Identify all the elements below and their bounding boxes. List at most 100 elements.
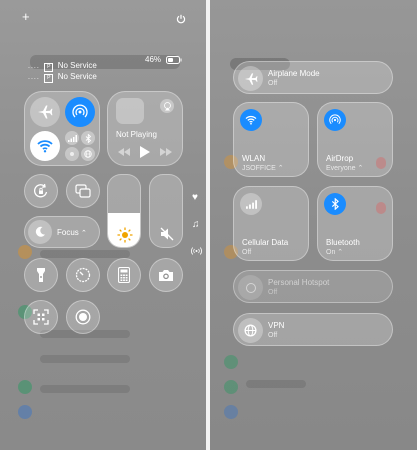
vpn-toggle[interactable] (238, 318, 263, 343)
airplane-mode-toggle[interactable] (30, 97, 60, 127)
battery-icon (166, 56, 182, 64)
wifi-icon (245, 115, 257, 125)
cellular-toggle[interactable] (65, 131, 79, 145)
hotspot-icon (245, 282, 256, 293)
bluetooth-tile[interactable]: Bluetooth On ⌃ (317, 186, 393, 261)
airplay-icon (163, 101, 171, 110)
airdrop-toggle[interactable] (324, 109, 346, 131)
background-blur (40, 385, 130, 393)
airdrop-toggle[interactable] (65, 97, 95, 127)
airplane-mode-toggle[interactable] (238, 66, 263, 91)
personal-hotspot-row[interactable]: Personal Hotspot Off (233, 270, 393, 303)
focus-button[interactable]: Focus ⌃ (24, 216, 100, 248)
calculator-button[interactable] (107, 258, 141, 292)
hotspot-toggle[interactable] (65, 147, 79, 161)
bluetooth-toggle[interactable] (81, 131, 95, 145)
wifi-icon (37, 140, 53, 153)
chevron-up-down-icon: ⌃ (277, 165, 284, 172)
cellular-data-tile[interactable]: Cellular Data Off (233, 186, 309, 261)
carrier-label: No Service (57, 72, 97, 81)
fast-forward-icon[interactable] (160, 148, 172, 156)
orientation-lock-button[interactable] (24, 174, 58, 208)
flashlight-icon (37, 268, 45, 282)
background-blur (246, 380, 306, 388)
globe-icon (84, 150, 92, 158)
heart-icon[interactable]: ♥ (192, 192, 198, 203)
brightness-slider[interactable] (107, 174, 141, 248)
bluetooth-icon (85, 133, 91, 143)
background-blur (18, 380, 32, 394)
wifi-toggle[interactable] (30, 131, 60, 161)
chevron-up-down-icon: ⌃ (337, 249, 344, 256)
code-scanner-button[interactable] (24, 300, 58, 334)
vpn-row[interactable]: VPN Off (233, 313, 393, 346)
flashlight-button[interactable] (24, 258, 58, 292)
background-blur (40, 250, 130, 258)
now-playing-module[interactable]: Not Playing (107, 91, 183, 166)
chevron-up-down-icon: ⌃ (81, 230, 87, 237)
calculator-icon (118, 267, 130, 283)
screen-mirroring-icon (75, 184, 91, 198)
screen-recording-button[interactable] (66, 300, 100, 334)
timer-button[interactable] (66, 258, 100, 292)
timer-icon (75, 267, 91, 283)
wlan-title: WLAN (242, 154, 266, 163)
cellular-data-state: Off (242, 249, 252, 256)
connectivity-expanded: Airplane Mode Off WLAN JSOFFICE ⌃ AirDro… (210, 0, 417, 450)
qr-scanner-icon (33, 309, 49, 325)
camera-button[interactable] (149, 258, 183, 292)
volume-slider[interactable] (149, 174, 183, 248)
airdrop-icon (329, 114, 341, 125)
airplay-button[interactable] (160, 99, 174, 113)
personal-hotspot-state: Off (268, 289, 278, 296)
airdrop-state-row: Everyone ⌃ (326, 164, 363, 174)
personal-hotspot-title: Personal Hotspot (268, 278, 330, 287)
wlan-tile[interactable]: WLAN JSOFFICE ⌃ (233, 102, 309, 177)
music-note-icon[interactable]: ♫ (192, 219, 200, 230)
battery-percentage: 46% (145, 55, 162, 64)
rewind-icon[interactable] (118, 148, 130, 156)
record-icon (75, 309, 91, 325)
vpn-toggle[interactable] (81, 147, 95, 161)
wlan-toggle[interactable] (240, 109, 262, 131)
airplane-icon (244, 72, 257, 85)
focus-label: Focus (57, 228, 79, 237)
power-icon[interactable] (176, 14, 186, 24)
moon-icon (35, 226, 45, 237)
airdrop-title: AirDrop (326, 154, 354, 163)
bluetooth-icon (331, 198, 339, 210)
cellular-data-toggle[interactable] (240, 193, 262, 215)
wlan-state: JSOFFICE (242, 165, 276, 172)
album-art (116, 98, 144, 124)
camera-icon (159, 269, 173, 281)
now-playing-label: Not Playing (116, 130, 157, 139)
airplane-mode-row[interactable]: Airplane Mode Off (233, 61, 393, 94)
rotation-lock-icon (33, 183, 48, 198)
carrier-row-2: .... P No Service (28, 66, 97, 84)
airdrop-icon (72, 104, 88, 118)
signal-dots-icon: .... (28, 74, 40, 81)
control-center-main: + .... P No Service .... P No Service 46… (0, 0, 206, 450)
airplane-mode-title: Airplane Mode (268, 69, 320, 78)
background-blur (40, 355, 130, 363)
play-icon[interactable] (140, 146, 150, 158)
personal-hotspot-toggle[interactable] (238, 275, 263, 300)
bluetooth-toggle[interactable] (324, 193, 346, 215)
add-icon[interactable]: + (22, 10, 30, 23)
bluetooth-state-row: On ⌃ (326, 248, 343, 258)
speaker-muted-icon (160, 227, 174, 241)
wlan-state-row: JSOFFICE ⌃ (242, 164, 284, 174)
bluetooth-title: Bluetooth (326, 238, 360, 247)
sim-icon: P (44, 74, 54, 83)
focus-label-row: Focus ⌃ (57, 228, 87, 239)
background-blur (18, 245, 32, 259)
connectivity-module[interactable] (24, 91, 100, 166)
background-blur (224, 380, 238, 394)
airdrop-tile[interactable]: AirDrop Everyone ⌃ (317, 102, 393, 177)
signal-broadcast-icon[interactable] (191, 246, 202, 256)
bluetooth-state: On (326, 249, 336, 256)
cellular-bars-icon (245, 199, 257, 209)
screen-mirroring-button[interactable] (66, 174, 100, 208)
airplane-mode-state: Off (268, 80, 278, 87)
vpn-state: Off (268, 332, 278, 339)
